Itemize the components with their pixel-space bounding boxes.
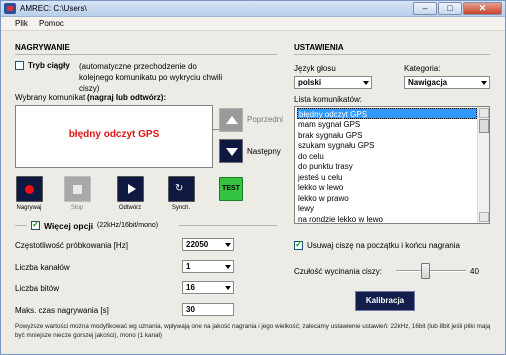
sample-rate-label: Częstotliwość próbkowania [Hz]	[15, 241, 128, 250]
sensitivity-slider-thumb[interactable]	[421, 263, 430, 279]
chevron-down-icon	[225, 286, 231, 290]
menu-plik[interactable]: Plik	[15, 19, 28, 28]
selected-message-box: błędny odczyt GPS	[15, 105, 213, 168]
list-scrollbar[interactable]	[477, 107, 489, 223]
list-item[interactable]: szukam sygnału GPS	[297, 140, 477, 151]
divider	[15, 225, 27, 226]
play-label: Odtwórz	[118, 205, 142, 211]
category-select[interactable]: Nawigacja	[404, 76, 490, 89]
divider	[179, 225, 277, 226]
calibrate-button[interactable]: Kalibracja	[355, 291, 415, 311]
test-button[interactable]: TEST	[219, 177, 243, 201]
trim-silence-label: Usuwaj ciszę na początku i końcu nagrani…	[307, 241, 460, 250]
sync-label: Synch.	[171, 205, 191, 211]
chevron-down-icon	[225, 265, 231, 269]
more-options-desc: (22kHz/16bit/mono)	[97, 222, 159, 229]
arrow-down-icon	[226, 148, 238, 156]
category-value: Nawigacja	[408, 78, 448, 87]
record-label: Nagrywaj	[16, 205, 42, 211]
list-item[interactable]: lewy	[297, 203, 477, 214]
selected-message-text: błędny odczyt GPS	[68, 129, 160, 140]
channels-label: Liczba kanałów	[15, 263, 70, 272]
close-button[interactable]: ✕	[463, 2, 502, 15]
chevron-down-icon	[481, 81, 487, 85]
max-time-input[interactable]: 30	[182, 303, 234, 316]
voice-language-value: polski	[298, 78, 322, 87]
chevron-down-icon	[225, 243, 231, 247]
next-button[interactable]	[219, 139, 243, 163]
title-bar: AMREC: C:\Users\ – □ ✕	[1, 1, 505, 17]
next-label: Następny	[247, 147, 281, 156]
bits-select[interactable]: 16	[182, 281, 234, 294]
minimize-button[interactable]: –	[413, 2, 437, 15]
max-time-label: Maks. czas nagrywania [s]	[15, 306, 109, 315]
maximize-button[interactable]: □	[438, 2, 462, 15]
settings-section-title: USTAWIENIA	[294, 43, 344, 52]
more-options-checkbox[interactable]	[31, 219, 40, 230]
channels-select[interactable]: 1	[182, 260, 234, 273]
recording-section-title: NAGRYWANIE	[15, 43, 70, 52]
list-item[interactable]: brak sygnału GPS	[297, 130, 477, 141]
menu-bar: Plik Pomoc	[1, 17, 505, 31]
app-window: AMREC: C:\Users\ – □ ✕ Plik Pomoc NAGRYW…	[0, 0, 506, 355]
play-button[interactable]	[117, 176, 144, 202]
sync-button[interactable]: ↻	[168, 176, 195, 202]
sensitivity-value: 40	[470, 267, 479, 276]
scroll-thumb[interactable]	[479, 119, 489, 133]
menu-pomoc[interactable]: Pomoc	[39, 19, 64, 28]
record-button[interactable]	[16, 176, 43, 202]
list-item[interactable]: mam sygnał GPS	[297, 119, 477, 130]
divider	[15, 54, 277, 55]
sensitivity-slider-track[interactable]	[396, 270, 466, 272]
continuous-mode-checkbox[interactable]	[15, 61, 24, 70]
list-item[interactable]: do punktu trasy	[297, 161, 477, 172]
list-item[interactable]: lekko w lewo	[297, 182, 477, 193]
app-icon	[4, 3, 16, 14]
message-list[interactable]: błędny odczyt GPS mam sygnał GPS brak sy…	[294, 106, 490, 224]
continuous-mode-desc: (automatyczne przechodzenie do kolejnego…	[79, 62, 223, 93]
sensitivity-label: Czułość wycinania ciszy:	[294, 267, 383, 276]
category-label: Kategoria:	[404, 64, 441, 73]
sync-icon: ↻	[175, 183, 184, 194]
previous-button[interactable]	[219, 108, 243, 132]
arrow-up-icon	[226, 116, 238, 124]
list-item[interactable]: do celu	[297, 151, 477, 162]
continuous-mode-label: Tryb ciągły	[28, 61, 70, 70]
message-list-label: Lista komunikatów:	[294, 95, 363, 104]
list-item[interactable]: jesteś u celu	[297, 172, 477, 183]
stop-icon	[73, 185, 82, 194]
test-label: TEST	[222, 185, 240, 192]
sample-rate-value: 22050	[186, 240, 209, 249]
list-item[interactable]: lekko w prawo	[297, 193, 477, 204]
previous-label: Poprzedni	[247, 115, 284, 124]
selected-message-hint: (nagraj lub odtwórz):	[87, 93, 167, 102]
scroll-down-icon[interactable]	[479, 212, 489, 222]
scroll-up-icon[interactable]	[479, 108, 489, 118]
selected-message-label: Wybrany komunikat	[15, 93, 86, 102]
stop-button[interactable]	[64, 176, 91, 202]
footer-note: Powyższe wartości można modyfikować wg u…	[15, 323, 491, 339]
channels-value: 1	[186, 262, 191, 271]
bits-label: Liczba bitów	[15, 284, 60, 293]
list-item[interactable]: błędny odczyt GPS	[297, 108, 477, 119]
divider	[294, 54, 490, 55]
play-icon	[128, 184, 136, 194]
bits-value: 16	[186, 283, 195, 292]
more-options-label: Więcej opcji	[44, 221, 94, 231]
window-title: AMREC: C:\Users\	[20, 4, 87, 13]
stop-label: Stop	[70, 205, 84, 211]
voice-language-label: Język głosu	[294, 64, 336, 73]
sample-rate-select[interactable]: 22050	[182, 238, 234, 251]
trim-silence-checkbox[interactable]	[294, 239, 303, 250]
list-item[interactable]: na rondzie lekko w lewo	[297, 214, 477, 224]
voice-language-select[interactable]: polski	[294, 76, 372, 89]
record-icon	[25, 185, 34, 194]
chevron-down-icon	[363, 81, 369, 85]
